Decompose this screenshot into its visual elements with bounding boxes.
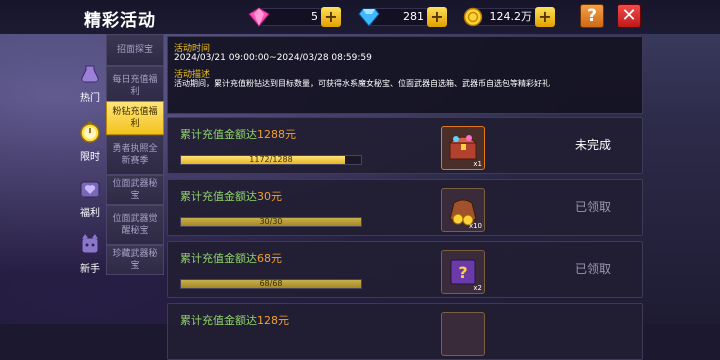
reward-goal: 累计充值金额达68元: [180, 250, 282, 266]
progress-bar: 68/68: [180, 279, 362, 289]
gift-heart-icon: [80, 181, 100, 198]
submenu-item-4[interactable]: 位面武器秘宝: [106, 175, 164, 205]
reward-status: 已领取: [574, 200, 611, 214]
category-tab-welfare[interactable]: 福利: [76, 177, 104, 219]
reward-item-count: x1: [473, 160, 482, 168]
reward-goal: 累计充值金额达128元: [180, 312, 289, 328]
close-button[interactable]: ✕: [617, 4, 641, 28]
newbie-cat-icon: [81, 234, 99, 254]
submenu-item-0[interactable]: 招面探宝: [106, 34, 164, 66]
blue-diamond-count: 281: [403, 10, 424, 23]
reward-goal-amount: 128元: [257, 314, 289, 327]
reward-goal-amount: 30元: [257, 190, 282, 203]
reward-item-count: x10: [468, 222, 482, 230]
reward-item-slot[interactable]: x1: [441, 126, 485, 170]
reward-goal-prefix: 累计充值金额达: [180, 314, 257, 327]
progress-text: 1172/1288: [249, 155, 293, 164]
category-tab-limited[interactable]: 限时: [76, 121, 104, 163]
reward-status: 已领取: [574, 262, 611, 276]
submenu-item-3[interactable]: 勇者执照全新赛季: [106, 135, 164, 175]
progress-bar: 30/30: [180, 217, 362, 227]
pink-gem-count: 5: [311, 10, 318, 23]
gold-coin-count: 124.2万: [489, 10, 533, 23]
gold-coin-icon: [463, 7, 483, 27]
reward-row: 累计充值金额达68元 68/68 ? x2 已领取: [167, 241, 643, 298]
pink-gem-icon: [248, 7, 270, 27]
reward-goal: 累计充值金额达1288元: [180, 126, 296, 142]
top-bar: 精彩活动 5 + 281 + 124.2万 + ? ✕: [0, 0, 720, 34]
event-info-panel: 活动时间 2024/03/21 09:00:00~2024/03/28 08:5…: [167, 36, 643, 114]
event-time-value: 2024/03/21 09:00:00~2024/03/28 08:59:59: [174, 53, 372, 63]
svg-text:?: ?: [458, 263, 467, 282]
reward-status: 未完成: [574, 138, 611, 152]
reward-goal-prefix: 累计充值金额达: [180, 190, 257, 203]
resource-pink-gem: 5 +: [248, 7, 341, 27]
reward-row: 累计充值金额达1288元 1172/1288 x1 未完成: [167, 117, 643, 174]
category-label-welfare: 福利: [80, 208, 100, 219]
blue-diamond-icon: [358, 8, 380, 27]
page-title: 精彩活动: [84, 11, 156, 31]
reward-item-slot[interactable]: ? x2: [441, 250, 485, 294]
reward-goal-amount: 68元: [257, 252, 282, 265]
stopwatch-icon: [80, 121, 100, 143]
event-desc-value: 活动期间，累计充值粉钻达到目标数量，可获得水系魔女秘宝、位面武器自选箱、武器币自…: [174, 79, 550, 88]
submenu-item-1[interactable]: 每日充值福利: [106, 66, 164, 106]
submenu-item-5[interactable]: 位面武器觉醒秘宝: [106, 205, 164, 245]
add-gold-coin-button[interactable]: +: [535, 7, 555, 27]
hot-potion-icon: [81, 65, 99, 83]
submenu-item-6[interactable]: 珍藏武器秘宝: [106, 245, 164, 275]
reward-row: 累计充值金额达30元 30/30 x10 已领取: [167, 179, 643, 236]
add-pink-gem-button[interactable]: +: [321, 7, 341, 27]
add-blue-diamond-button[interactable]: +: [427, 7, 447, 27]
reward-goal: 累计充值金额达30元: [180, 188, 282, 204]
category-tab-hot[interactable]: 热门: [76, 62, 104, 104]
reward-goal-prefix: 累计充值金额达: [180, 252, 257, 265]
reward-goal-prefix: 累计充值金额达: [180, 128, 257, 141]
category-label-limited: 限时: [80, 152, 100, 163]
category-label-newbie: 新手: [80, 264, 100, 275]
resource-gold-coin: 124.2万 +: [463, 7, 555, 27]
progress-bar: 1172/1288: [180, 155, 362, 165]
reward-item-count: x2: [473, 284, 482, 292]
category-label-hot: 热门: [80, 93, 100, 104]
progress-text: 68/68: [259, 279, 283, 288]
reward-item-slot[interactable]: [441, 312, 485, 356]
category-tab-newbie[interactable]: 新手: [76, 233, 104, 275]
reward-item-slot[interactable]: x10: [441, 188, 485, 232]
submenu-item-2[interactable]: 粉钻充值福利: [106, 101, 164, 135]
resource-blue-diamond: 281 +: [358, 7, 447, 27]
reward-row: 累计充值金额达128元: [167, 303, 643, 360]
help-button[interactable]: ?: [580, 4, 604, 28]
reward-goal-amount: 1288元: [257, 128, 296, 141]
progress-text: 30/30: [259, 217, 283, 226]
